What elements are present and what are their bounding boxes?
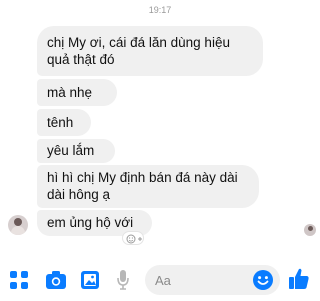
- sender-avatar[interactable]: [8, 215, 28, 235]
- add-reaction-button[interactable]: [122, 231, 144, 245]
- message-bubble[interactable]: hì hì chị My định bán đá này dài dài hôn…: [37, 165, 259, 208]
- avatar-head: [14, 218, 22, 226]
- avatar-body: [11, 226, 25, 235]
- avatar-head: [308, 226, 313, 231]
- message-bubble[interactable]: mà nhẹ tện: [37, 79, 117, 127]
- menu-grid-icon[interactable]: [9, 270, 29, 290]
- message-bubble[interactable]: chị My ơi, cái đá lăn dùng hiệu quả thật…: [37, 26, 263, 76]
- seen-avatar: [304, 224, 316, 236]
- add-reaction-icon: [126, 234, 142, 244]
- photo-gallery-icon[interactable]: [80, 270, 100, 290]
- message-bubble[interactable]: yêu lắm: [37, 139, 115, 163]
- camera-icon[interactable]: [45, 270, 67, 290]
- emoji-icon[interactable]: [252, 269, 274, 291]
- message-bubble[interactable]: tênh: [37, 109, 91, 136]
- microphone-icon[interactable]: [116, 269, 130, 291]
- message-input-placeholder: Aa: [155, 273, 171, 288]
- thumbs-up-icon[interactable]: [288, 267, 310, 291]
- timestamp: 19:17: [148, 5, 172, 15]
